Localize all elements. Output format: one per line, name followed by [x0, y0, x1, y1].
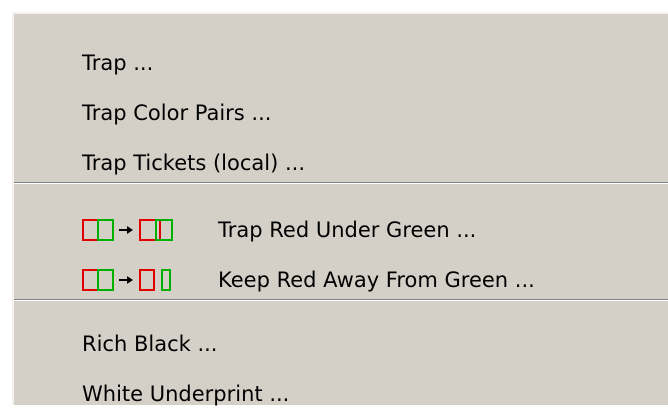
menu-item-trap-color-pairs[interactable]: Trap Color Pairs ... [14, 88, 668, 138]
menu-item-label: Trap Tickets (local) ... [82, 151, 306, 175]
menu-item-keep-red-away-from-green[interactable]: Keep Red Away From Green ... [14, 255, 668, 305]
keep-red-away-from-green-icon [82, 269, 171, 291]
menu-item-trap-tickets-local[interactable]: Trap Tickets (local) ... [14, 138, 668, 188]
menu-item-trap-red-under-green[interactable]: Trap Red Under Green ... [14, 205, 668, 255]
menu-item-rich-black[interactable]: Rich Black ... [14, 319, 668, 369]
menu-item-label: Trap Red Under Green ... [218, 218, 477, 242]
menu-separator [14, 299, 668, 301]
menu-item-white-underprint[interactable]: White Underprint ... [14, 369, 668, 419]
trap-red-under-green-icon [82, 219, 173, 241]
menu-item-trap[interactable]: Trap ... [14, 38, 668, 88]
menu-separator [14, 182, 668, 184]
menu-item-label: Trap Color Pairs ... [82, 101, 272, 125]
menu-item-label: Trap ... [82, 51, 154, 75]
menu-item-label: Keep Red Away From Green ... [218, 268, 535, 292]
menu-item-label: White Underprint ... [82, 382, 290, 406]
context-menu: Trap ... Trap Color Pairs ... Trap Ticke… [12, 12, 668, 406]
menu-item-label: Rich Black ... [82, 332, 218, 356]
